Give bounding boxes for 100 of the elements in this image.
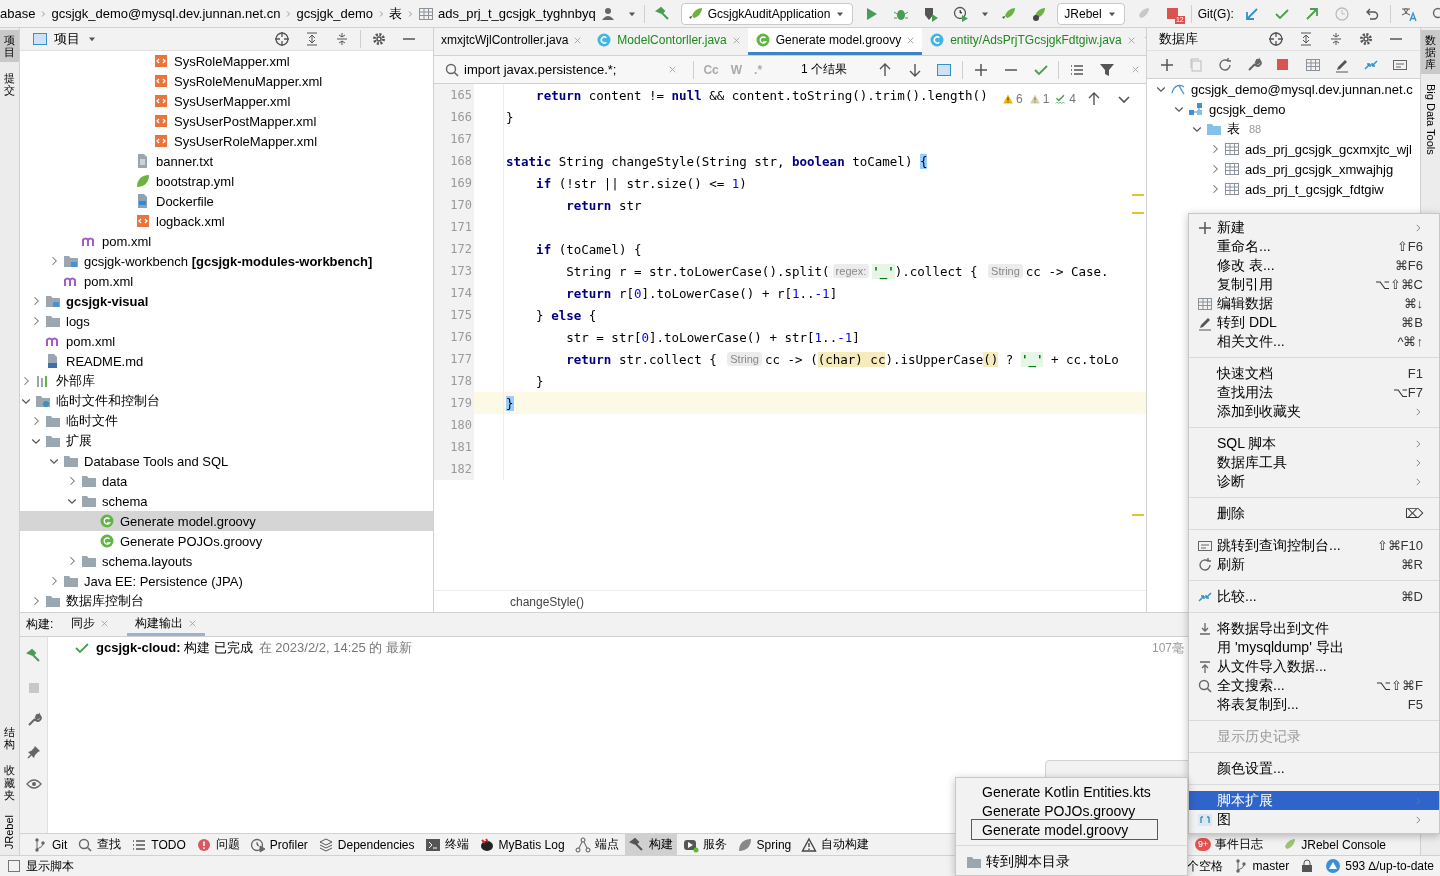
close-icon[interactable] — [573, 35, 583, 45]
tree-row[interactable]: Generate model.groovy — [20, 511, 433, 531]
refresh-icon[interactable] — [1217, 56, 1234, 73]
menu-item[interactable]: 图 — [1189, 810, 1439, 829]
inspection-counter[interactable]: 1 — [1028, 92, 1050, 106]
menu-item[interactable]: 查找用法 ⌥F7 — [1189, 383, 1439, 402]
tool-window-tab[interactable]: 收藏夹 — [0, 760, 19, 805]
window-icon[interactable] — [936, 61, 953, 78]
close-icon[interactable] — [731, 35, 741, 45]
breadcrumb-item[interactable]: gcsjgk_demo — [296, 6, 374, 21]
tree-row[interactable]: ads_prj_gcsjgk_gcxmxjtc_wjl — [1147, 139, 1420, 159]
code-breadcrumb[interactable]: changeStyle() — [434, 590, 1146, 612]
tree-row[interactable]: 临时文件 — [20, 411, 433, 431]
menu-item[interactable]: 将数据导出到文件 — [1189, 619, 1439, 638]
rocket-bug-icon[interactable] — [1031, 5, 1048, 22]
expand-all-icon[interactable] — [1298, 31, 1314, 47]
tool-window-button[interactable]: 自动构建 — [797, 834, 874, 855]
tree-row[interactable]: bootstrap.yml — [20, 171, 433, 191]
tree-row[interactable]: pom.xml — [20, 271, 433, 291]
breadcrumb-item[interactable]: abase — [0, 6, 36, 21]
tree-row[interactable]: gcsjgk_demo@mysql.dev.junnan.net.c — [1147, 79, 1420, 99]
settings-icon[interactable] — [1358, 31, 1374, 47]
menu-item[interactable]: 编辑数据 ⌘↓ — [1189, 294, 1439, 313]
branch-selector[interactable]: master — [1232, 858, 1290, 874]
tree-row[interactable]: gcsjgk-visual — [20, 291, 433, 311]
inspection-counter[interactable]: 6 — [1001, 92, 1023, 106]
breadcrumb-item[interactable]: gcsjgk_demo@mysql.dev.junnan.net.cn — [51, 6, 281, 21]
jrebel-dropdown[interactable]: JRebel — [1057, 2, 1125, 25]
tree-row[interactable]: Java EE: Persistence (JPA) — [20, 571, 433, 591]
close-icon[interactable] — [1126, 35, 1136, 45]
menu-item[interactable]: 数据库工具 — [1189, 453, 1439, 472]
tree-row[interactable]: SysUserMapper.xml — [20, 91, 433, 111]
show-scripts-toggle[interactable]: 显示脚本 — [6, 857, 74, 875]
menu-item[interactable]: 比较... ⌘D — [1189, 587, 1439, 606]
tree-row[interactable]: Database Tools and SQL — [20, 451, 433, 471]
crosshair-icon[interactable] — [274, 31, 290, 47]
tree-row[interactable]: ads_prj_gcsjgk_xmwajhjg — [1147, 159, 1420, 179]
tree-row[interactable]: 数据库控制台 — [20, 591, 433, 611]
inspection-counter[interactable]: 4 — [1055, 92, 1076, 106]
tree-row[interactable]: schema.layouts — [20, 551, 433, 571]
menu-item[interactable]: 删除 ⌦ — [1189, 504, 1439, 523]
tool-window-button[interactable]: Spring — [732, 834, 796, 855]
build-tab[interactable]: 同步 — [63, 613, 118, 636]
tree-row[interactable]: ads_prj_t_gcsjgk_fdtgiw — [1147, 179, 1420, 199]
project-view-selector[interactable]: 项目 — [32, 30, 98, 48]
expand-all-icon[interactable] — [304, 31, 320, 47]
tree-row[interactable]: gcsjgk_demo — [1147, 99, 1420, 119]
tool-window-button[interactable]: 服务 — [678, 834, 731, 855]
menu-item[interactable]: 添加到收藏夹 — [1189, 402, 1439, 421]
user-icon[interactable] — [599, 5, 616, 22]
vcs-status[interactable]: 593 ∆/up-to-date — [1325, 858, 1434, 874]
tool-window-button[interactable]: Profiler — [245, 834, 312, 855]
editor-tab[interactable]: entity/AdsPrjTGcsjgkFdtgiw.java — [922, 28, 1143, 55]
tree-row[interactable]: SysUserPostMapper.xml — [20, 111, 433, 131]
translate-icon[interactable] — [1400, 5, 1417, 22]
menu-item[interactable]: 重命名... ⇧F6 — [1189, 237, 1439, 256]
menu-item[interactable]: 从文件导入数据... — [1189, 657, 1439, 676]
menu-item[interactable]: SQL 脚本 — [1189, 434, 1439, 453]
editor-tab[interactable]: xmxjtcWjlController.java — [434, 28, 590, 55]
tool-window-tab[interactable]: 数据库 — [1421, 30, 1440, 75]
tree-row[interactable]: schema — [20, 491, 433, 511]
tree-row[interactable]: logback.xml — [20, 211, 433, 231]
tool-window-button[interactable]: 端点 — [570, 834, 623, 855]
clock-run-icon[interactable] — [953, 5, 970, 22]
menu-item[interactable]: 脚本扩展 — [1189, 791, 1439, 810]
tree-row[interactable]: banner.txt — [20, 151, 433, 171]
tool-window-button[interactable]: 构建 — [624, 834, 677, 855]
collapse-all-icon[interactable] — [1328, 31, 1344, 47]
menu-item[interactable]: 快速文档 F1 — [1189, 364, 1439, 383]
menu-item[interactable]: 相关文件... ^⌘↑ — [1189, 332, 1439, 351]
menu-item[interactable]: 用 'mysqldump' 导出 — [1189, 638, 1439, 657]
tool-window-button[interactable]: TODO — [127, 834, 190, 855]
filter-icon[interactable] — [1099, 61, 1116, 78]
tool-window-tab[interactable]: 结构 — [0, 722, 19, 755]
tree-row[interactable]: 临时文件和控制台 — [20, 391, 433, 411]
close-icon[interactable] — [188, 618, 198, 628]
menu-item[interactable]: 转到脚本目录 — [956, 852, 1187, 871]
arrow-down-left-icon[interactable] — [1243, 5, 1260, 22]
plus-icon[interactable] — [973, 61, 990, 78]
shield-run-icon[interactable] — [923, 5, 940, 22]
editor-tab[interactable]: ModelContorller.java — [589, 28, 748, 55]
menu-item[interactable]: 将表复制到... F5 — [1189, 695, 1439, 714]
tool-window-button[interactable]: JRebel Console — [1277, 834, 1390, 855]
menu-item[interactable]: Generate POJOs.groovy — [972, 801, 1187, 820]
close-icon[interactable] — [1130, 65, 1140, 74]
tree-row[interactable]: 表 88 — [1147, 119, 1420, 139]
close-icon[interactable] — [100, 618, 110, 628]
menu-item[interactable]: 全文搜索... ⌥⇧⌘F — [1189, 676, 1439, 695]
menu-item[interactable]: 复制引用 ⌥⇧⌘C — [1189, 275, 1439, 294]
tool-window-button[interactable]: 问题 — [191, 834, 244, 855]
eye-icon[interactable] — [25, 776, 42, 792]
tool-window-button[interactable]: Git — [28, 834, 72, 855]
tool-window-button[interactable]: 9+ 事件日志 — [1191, 834, 1268, 855]
tool-window-tab[interactable]: 提交 — [0, 68, 19, 101]
menu-item[interactable]: 诊断 — [1189, 472, 1439, 491]
tool-window-button[interactable]: 查找 — [73, 834, 126, 855]
arrow-up-icon[interactable] — [1086, 91, 1102, 107]
menu-item[interactable]: Generate model.groovy — [972, 820, 1157, 839]
menu-item[interactable]: 颜色设置... — [1189, 759, 1439, 778]
menu-item[interactable]: Generate Kotlin Entities.kts — [972, 782, 1187, 801]
